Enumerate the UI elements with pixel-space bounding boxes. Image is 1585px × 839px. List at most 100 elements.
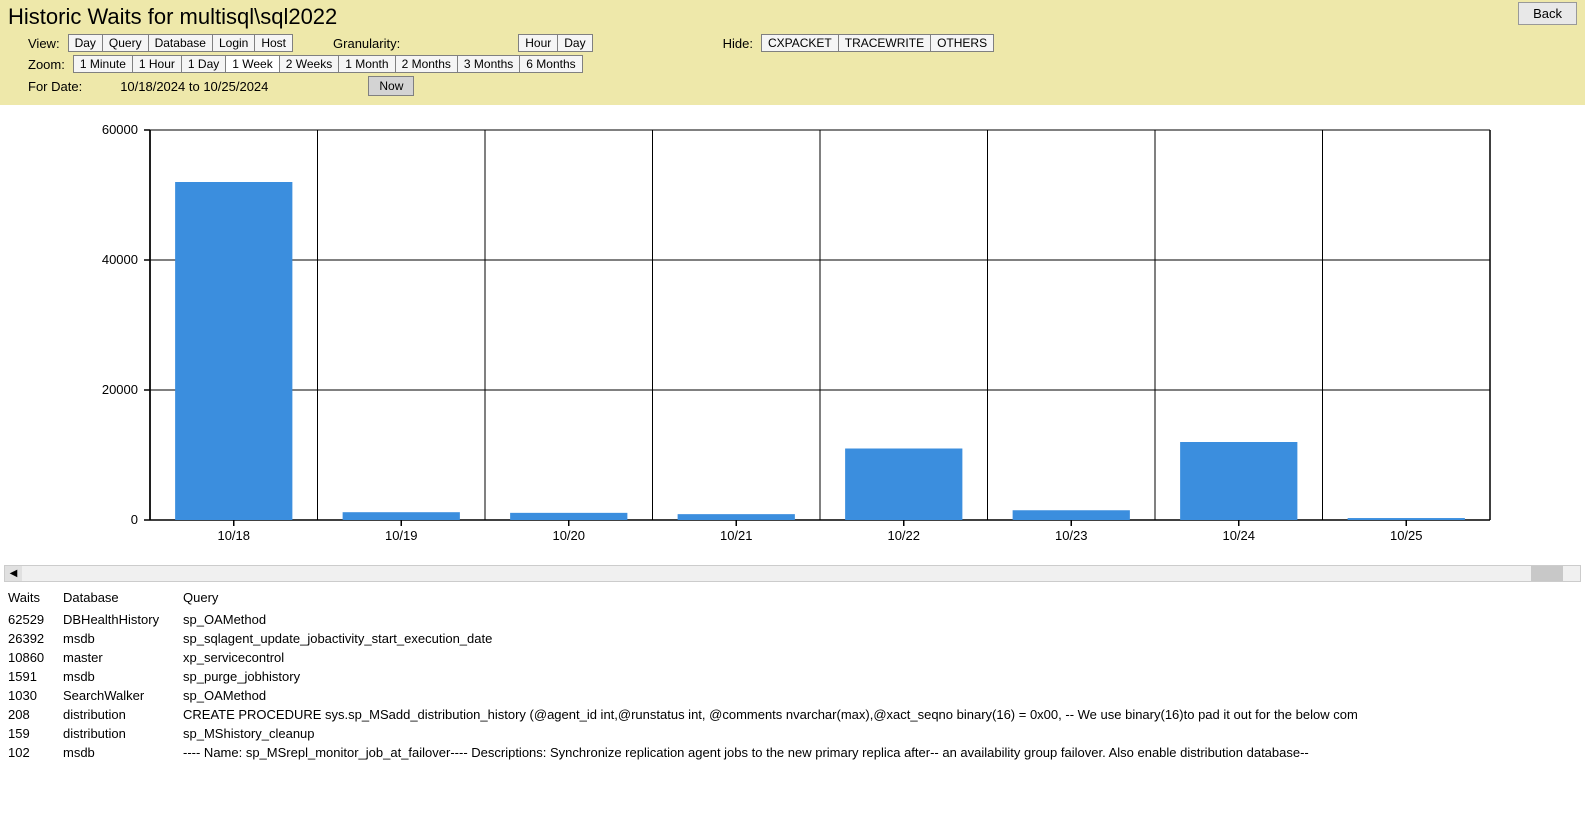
cell-database: master [63, 648, 183, 667]
col-header-query[interactable]: Query [183, 586, 1577, 610]
zoom-btn-2-weeks[interactable]: 2 Weeks [279, 55, 339, 73]
back-button[interactable]: Back [1518, 2, 1577, 25]
zoom-btn-6-months[interactable]: 6 Months [519, 55, 582, 73]
svg-text:10/22: 10/22 [887, 528, 920, 543]
svg-text:10/23: 10/23 [1055, 528, 1088, 543]
zoom-row: Zoom: 1 Minute1 Hour1 Day1 Week2 Weeks1 … [28, 55, 1577, 73]
svg-text:10/19: 10/19 [385, 528, 418, 543]
chart-area: 0 20000 40000 60000 10/18 10/19 10/20 10/21 10/2… [0, 105, 1585, 565]
cell-waits: 102 [8, 743, 63, 762]
table-row[interactable]: 159 distribution sp_MShistory_cleanup [8, 724, 1577, 743]
cell-database: msdb [63, 743, 183, 762]
cell-waits: 1591 [8, 667, 63, 686]
svg-text:10/25: 10/25 [1390, 528, 1423, 543]
cell-waits: 62529 [8, 610, 63, 630]
chart-bar-10-25[interactable] [1348, 518, 1465, 520]
header-toolbar: Back Historic Waits for multisql\sql2022… [0, 0, 1585, 105]
cell-database: distribution [63, 724, 183, 743]
table-body: 62529 DBHealthHistory sp_OAMethod26392 m… [8, 610, 1577, 763]
table-row[interactable]: 1030 SearchWalker sp_OAMethod [8, 686, 1577, 705]
view-button-group: DayQueryDatabaseLoginHost [68, 34, 293, 52]
svg-text:20000: 20000 [102, 382, 138, 397]
view-label: View: [28, 36, 60, 51]
cell-database: SearchWalker [63, 686, 183, 705]
svg-text:60000: 60000 [102, 122, 138, 137]
cell-query: xp_servicecontrol [183, 648, 1577, 667]
cell-database: DBHealthHistory [63, 610, 183, 630]
cell-database: msdb [63, 629, 183, 648]
chart-bar-10-23[interactable] [1013, 510, 1130, 520]
svg-text:10/21: 10/21 [720, 528, 753, 543]
view-btn-day[interactable]: Day [68, 34, 103, 52]
table-row[interactable]: 62529 DBHealthHistory sp_OAMethod [8, 610, 1577, 630]
results-table: Waits Database Query 62529 DBHealthHisto… [8, 586, 1577, 762]
chart-bar-10-18[interactable] [175, 182, 292, 520]
chart-bar-10-24[interactable] [1180, 442, 1297, 520]
cell-database: msdb [63, 667, 183, 686]
chart-bar-10-20[interactable] [510, 513, 627, 520]
chart-bar-10-22[interactable] [845, 449, 962, 521]
bar-chart[interactable]: 0 20000 40000 60000 10/18 10/19 10/20 10/21 10/2… [20, 115, 1520, 555]
cell-query: sp_MShistory_cleanup [183, 724, 1577, 743]
zoom-btn-1-minute[interactable]: 1 Minute [73, 55, 133, 73]
cell-waits: 208 [8, 705, 63, 724]
granularity-button-group: HourDay [518, 34, 592, 52]
hide-btn-others[interactable]: OTHERS [930, 34, 994, 52]
zoom-label: Zoom: [28, 57, 65, 72]
page-title: Historic Waits for multisql\sql2022 [8, 4, 1577, 30]
zoom-button-group: 1 Minute1 Hour1 Day1 Week2 Weeks1 Month2… [73, 55, 583, 73]
horizontal-scrollbar[interactable]: ◀ [4, 565, 1581, 582]
granularity-label: Granularity: [333, 36, 400, 51]
date-row: For Date: 10/18/2024 to 10/25/2024 Now [28, 76, 1577, 96]
results-table-area: Waits Database Query 62529 DBHealthHisto… [0, 582, 1585, 766]
col-header-database[interactable]: Database [63, 586, 183, 610]
scroll-left-arrow[interactable]: ◀ [5, 566, 22, 581]
cell-waits: 159 [8, 724, 63, 743]
svg-text:0: 0 [131, 512, 138, 527]
hide-button-group: CXPACKETTRACEWRITEOTHERS [761, 34, 994, 52]
zoom-btn-1-week[interactable]: 1 Week [225, 55, 279, 73]
cell-query: sp_OAMethod [183, 610, 1577, 630]
table-row[interactable]: 102 msdb ---- Name: sp_MSrepl_monitor_jo… [8, 743, 1577, 762]
table-row[interactable]: 208 distribution CREATE PROCEDURE sys.sp… [8, 705, 1577, 724]
cell-query: CREATE PROCEDURE sys.sp_MSadd_distributi… [183, 705, 1577, 724]
svg-text:10/24: 10/24 [1222, 528, 1255, 543]
col-header-waits[interactable]: Waits [8, 586, 63, 610]
table-row[interactable]: 10860 master xp_servicecontrol [8, 648, 1577, 667]
zoom-btn-1-hour[interactable]: 1 Hour [132, 55, 182, 73]
chart-bar-10-21[interactable] [678, 514, 795, 520]
cell-waits: 1030 [8, 686, 63, 705]
gran-btn-hour[interactable]: Hour [518, 34, 558, 52]
view-btn-host[interactable]: Host [254, 34, 293, 52]
now-button[interactable]: Now [368, 76, 414, 96]
date-range-text: 10/18/2024 to 10/25/2024 [120, 79, 268, 94]
cell-waits: 26392 [8, 629, 63, 648]
gran-btn-day[interactable]: Day [557, 34, 592, 52]
table-header-row: Waits Database Query [8, 586, 1577, 610]
hide-btn-cxpacket[interactable]: CXPACKET [761, 34, 839, 52]
cell-query: sp_purge_jobhistory [183, 667, 1577, 686]
chart-bar-10-19[interactable] [343, 512, 460, 520]
cell-query: sp_OAMethod [183, 686, 1577, 705]
zoom-btn-1-month[interactable]: 1 Month [338, 55, 395, 73]
cell-query: ---- Name: sp_MSrepl_monitor_job_at_fail… [183, 743, 1577, 762]
cell-query: sp_sqlagent_update_jobactivity_start_exe… [183, 629, 1577, 648]
view-btn-login[interactable]: Login [212, 34, 255, 52]
hide-label: Hide: [723, 36, 753, 51]
view-btn-database[interactable]: Database [148, 34, 213, 52]
cell-waits: 10860 [8, 648, 63, 667]
scroll-thumb[interactable] [1531, 566, 1563, 581]
svg-text:40000: 40000 [102, 252, 138, 267]
hide-btn-tracewrite[interactable]: TRACEWRITE [838, 34, 931, 52]
zoom-btn-2-months[interactable]: 2 Months [395, 55, 458, 73]
zoom-btn-3-months[interactable]: 3 Months [457, 55, 520, 73]
svg-text:10/18: 10/18 [217, 528, 250, 543]
view-btn-query[interactable]: Query [102, 34, 149, 52]
cell-database: distribution [63, 705, 183, 724]
table-row[interactable]: 26392 msdb sp_sqlagent_update_jobactivit… [8, 629, 1577, 648]
view-row: View: DayQueryDatabaseLoginHost Granular… [28, 34, 1577, 52]
zoom-btn-1-day[interactable]: 1 Day [181, 55, 226, 73]
for-date-label: For Date: [28, 79, 82, 94]
table-row[interactable]: 1591 msdb sp_purge_jobhistory [8, 667, 1577, 686]
svg-text:10/20: 10/20 [552, 528, 585, 543]
